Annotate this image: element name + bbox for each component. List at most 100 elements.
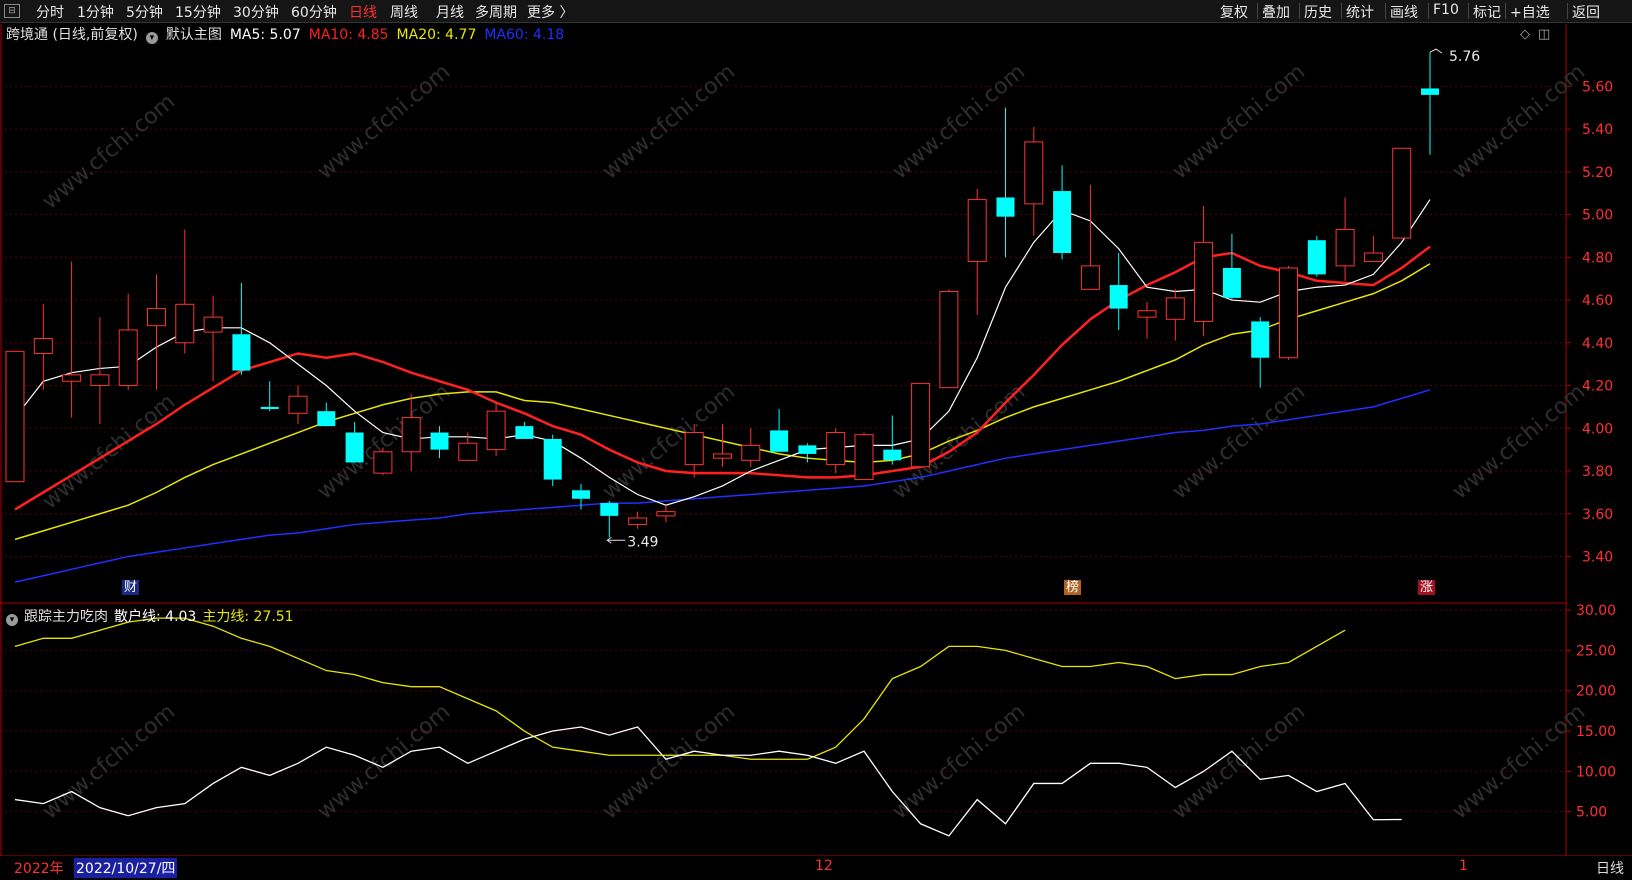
watermark-text: www.cfchi.com [1448,379,1590,504]
watermark-text: www.cfchi.com [1168,699,1310,824]
candle-body-up [33,338,53,354]
watermark-text: www.cfchi.com [888,59,1030,184]
indicator-axis-label: 20.00 [1576,684,1616,700]
limit-up-badge[interactable]: 涨 [1418,580,1436,595]
main-line-value: 主力线: 27.51 [202,609,294,625]
candle-body-down [515,426,534,439]
indicator-axis-label: 10.00 [1576,764,1616,780]
price-axis-label: 3.60 [1582,507,1613,523]
candle-body-up [288,395,308,414]
price-axis-label: 4.00 [1582,421,1613,437]
template-name[interactable]: 默认主图 [166,27,222,43]
candle-body-down [1421,88,1439,95]
candle-body-up [175,303,195,344]
candle-body-down [1307,240,1326,275]
price-axis-label: 3.80 [1582,464,1613,480]
indicator-axis-label: 5.00 [1576,805,1607,821]
candle-body-up [741,444,761,461]
candle-body-up [1194,241,1214,322]
period-label[interactable]: 日线 [1596,858,1624,878]
candle-body-up [1335,229,1355,267]
high-price-label: 5.76 [1449,49,1480,65]
indicator-axis-label: 15.00 [1576,724,1616,740]
candle-body-up [939,290,959,389]
candle-body-down [1053,191,1072,254]
indicator-dropdown-icon[interactable]: ▾ [6,614,18,626]
price-axis-label: 5.00 [1582,208,1613,224]
indicator-info: ▾ 跟踪主力吃肉 散户线: 4.03 主力线: 27.51 [6,606,300,626]
watermark-text: www.cfchi.com [313,59,455,184]
candle-body-up [656,511,676,517]
candle-body-up [911,382,931,468]
candle-body-down [1222,267,1241,298]
candle-body-up [458,442,478,461]
candle-body-down [543,438,562,480]
candle-body-up [1279,267,1298,359]
low-price-label: 3.49 [627,534,658,550]
year-label: 2022年 [14,861,64,877]
candle-body-up [1392,147,1412,239]
candle-body-up [1024,141,1044,205]
candle-body-up [373,451,393,474]
candle-body-up [118,329,138,387]
diamond-icon[interactable]: ◇ [1520,27,1530,42]
candle-body-up [203,316,223,333]
candle-body-up [62,374,82,382]
candle-body-down [430,432,449,450]
watermark-text: www.cfchi.com [1448,59,1590,184]
panel-toggle-icon[interactable]: ◫ [1538,27,1550,42]
retail-line-value: 散户线: 4.03 [114,609,197,625]
candle-body-up [1165,297,1185,320]
candle-body-up [1363,252,1383,263]
ma10-value: MA10: 4.85 [308,27,389,43]
chart-canvas: www.cfchi.com www.cfchi.com www.cfchi.com w… [0,24,1632,862]
indicator-axis-label: 30.00 [1576,603,1616,619]
stock-title: 跨境通 (日线,前复权) [6,27,138,43]
template-dropdown-icon[interactable]: ▾ [145,32,158,44]
watermark-text: www.cfchi.com [598,379,740,504]
indicator-axis-label: 25.00 [1576,643,1616,659]
candle-body-up [628,517,648,525]
candle-body-down [345,432,364,463]
candle-body-down [1251,321,1270,358]
candle-body-down [798,445,817,454]
watermark-text: www.cfchi.com [1168,379,1310,504]
candle-body-up [967,199,987,263]
ranking-badge[interactable]: 榜 [1064,580,1082,595]
chart-corner-icons: ◇ ◫ [1520,27,1558,42]
candle-body-down [1109,285,1128,309]
price-axis-label: 4.80 [1582,250,1613,266]
price-axis-label: 5.40 [1582,122,1613,138]
watermark-text: www.cfchi.com [598,59,740,184]
ma60-value: MA60: 4.18 [484,27,565,43]
candle-body-up [147,308,166,327]
candle-body-down [317,411,336,427]
candle-body-down [232,334,251,371]
ma20-value: MA20: 4.77 [396,27,477,43]
candle-body-down [883,449,902,461]
watermark-text: www.cfchi.com [1168,59,1310,184]
watermark-text: www.cfchi.com [888,699,1030,824]
candle-body-up [401,417,421,453]
finance-badge[interactable]: 财 [122,580,140,595]
price-axis-label: 5.60 [1582,79,1613,95]
main-chart-info: 跨境通 (日线,前复权) ▾ 默认主图 MA5: 5.07 MA10: 4.85 MA20… [6,24,572,44]
candle-body-up [826,432,846,466]
watermark-text: www.cfchi.com [38,699,180,824]
candle-body-down [600,503,619,516]
price-axis-label: 4.20 [1582,379,1613,395]
ma5-value: MA5: 5.07 [229,27,301,43]
high-pointer [1429,48,1443,54]
candle-body-up [90,374,110,387]
indicator-name[interactable]: 跟踪主力吃肉 [24,609,108,625]
watermark-text: www.cfchi.com [1448,699,1590,824]
cursor-date: 2022/10/27/四 [74,858,178,878]
price-axis-label: 4.40 [1582,336,1613,352]
price-axis-label: 3.40 [1582,549,1613,565]
month-1-label: 1 [1459,858,1468,874]
candle-body-up [1080,265,1100,290]
candle-body-up [684,432,704,466]
candle-body-up [486,410,506,451]
watermark-text: www.cfchi.com [598,699,740,824]
candle-body-up [713,453,732,459]
